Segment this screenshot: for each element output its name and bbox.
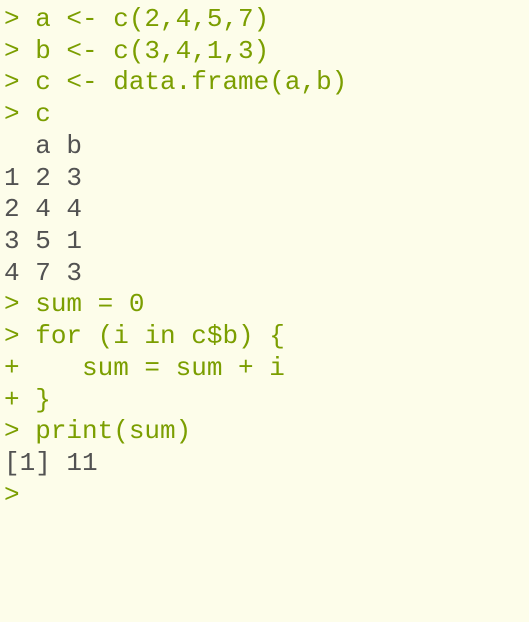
r-console: > a <- c(2,4,5,7)> b <- c(3,4,1,3)> c <-… — [4, 4, 529, 512]
console-line: 3 5 1 — [4, 226, 529, 258]
output-text: 1 2 3 — [4, 163, 82, 193]
code-text: sum = 0 — [35, 289, 144, 319]
console-line: > c <- data.frame(a,b) — [4, 67, 529, 99]
code-text: a <- c(2,4,5,7) — [35, 4, 269, 34]
console-line: + sum = sum + i — [4, 353, 529, 385]
code-text: b <- c(3,4,1,3) — [35, 36, 269, 66]
output-text: 2 4 4 — [4, 194, 82, 224]
console-line: > — [4, 480, 529, 512]
console-line: 1 2 3 — [4, 163, 529, 195]
output-text: 4 7 3 — [4, 258, 82, 288]
prompt: > — [4, 4, 35, 34]
code-text: c <- data.frame(a,b) — [35, 67, 347, 97]
code-text: c — [35, 99, 51, 129]
code-text: sum = sum + i — [35, 353, 285, 383]
code-text: for (i in c$b) { — [35, 321, 285, 351]
console-line: > print(sum) — [4, 416, 529, 448]
prompt: > — [4, 36, 35, 66]
output-text: a b — [4, 131, 82, 161]
prompt: > — [4, 416, 35, 446]
console-line: > a <- c(2,4,5,7) — [4, 4, 529, 36]
prompt: > — [4, 99, 35, 129]
console-line: > sum = 0 — [4, 289, 529, 321]
console-line: + } — [4, 385, 529, 417]
console-line: a b — [4, 131, 529, 163]
code-text: } — [35, 385, 51, 415]
output-text: [1] 11 — [4, 448, 98, 478]
console-line: 4 7 3 — [4, 258, 529, 290]
console-line: 2 4 4 — [4, 194, 529, 226]
prompt: > — [4, 289, 35, 319]
prompt: + — [4, 353, 35, 383]
console-line: > b <- c(3,4,1,3) — [4, 36, 529, 68]
prompt: > — [4, 67, 35, 97]
output-text: 3 5 1 — [4, 226, 82, 256]
console-line: > c — [4, 99, 529, 131]
prompt: > — [4, 321, 35, 351]
prompt: > — [4, 480, 35, 510]
prompt: + — [4, 385, 35, 415]
console-line: > for (i in c$b) { — [4, 321, 529, 353]
code-text: print(sum) — [35, 416, 191, 446]
console-line: [1] 11 — [4, 448, 529, 480]
